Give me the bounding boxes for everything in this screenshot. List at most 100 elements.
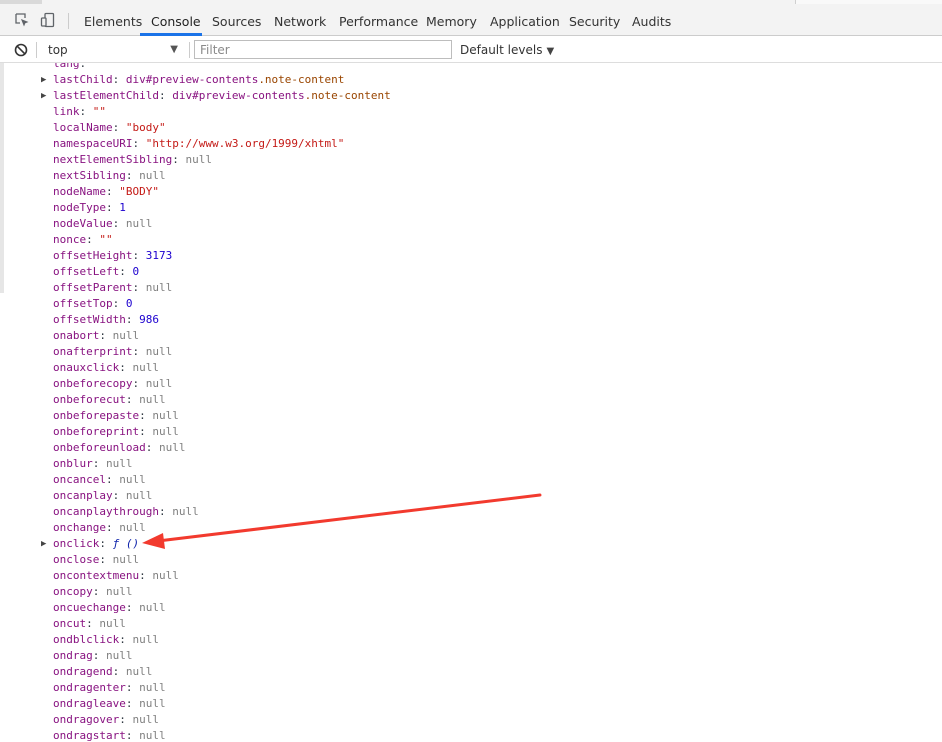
property-value: null — [145, 281, 173, 294]
console-property-row: oncopy: null — [53, 584, 133, 600]
property-value: null — [106, 585, 133, 598]
property-value: div#preview-contents — [172, 89, 305, 102]
property-value: null — [158, 441, 186, 454]
console-property-row: ondragend: null — [53, 664, 152, 680]
property-key: ondragstart — [53, 729, 126, 742]
toolbar-divider — [189, 42, 190, 58]
property-key: onclick — [53, 537, 100, 550]
tab-audits[interactable]: Audits — [632, 14, 671, 30]
property-key: oncopy — [53, 585, 93, 598]
property-value: 0 — [132, 265, 140, 278]
console-property-row: ondragstart: null — [53, 728, 166, 742]
property-value: null — [145, 345, 173, 358]
property-value: null — [125, 217, 153, 230]
property-value: null — [139, 681, 166, 694]
property-separator: : — [99, 553, 113, 566]
adjacent-panel-fragment — [795, 0, 942, 4]
property-separator: : — [105, 185, 120, 198]
console-property-row: nextElementSibling: null — [53, 152, 212, 168]
property-separator: : — [86, 617, 100, 630]
property-value: null — [112, 553, 140, 566]
property-value: null — [125, 489, 153, 502]
property-value: null — [112, 329, 140, 342]
property-value: null — [139, 393, 166, 406]
property-key: offsetParent — [53, 281, 133, 294]
console-property-row: ondblclick: null — [53, 632, 159, 648]
property-value: null — [125, 665, 153, 678]
console-property-row: oncuechange: null — [53, 600, 166, 616]
property-key: lang — [53, 63, 80, 70]
clear-console-icon[interactable] — [14, 43, 28, 57]
property-key: localName — [53, 121, 113, 134]
console-property-row[interactable]: ▶ lastElementChild: div#preview-contents.… — [41, 88, 391, 104]
property-key: nextSibling — [53, 169, 126, 182]
filter-input[interactable] — [194, 40, 452, 59]
property-value: null — [152, 569, 179, 582]
log-levels-label: Default levels — [460, 43, 543, 57]
property-key: ondragend — [53, 665, 113, 678]
property-key: nextElementSibling — [53, 153, 173, 166]
property-key: onbeforecopy — [53, 377, 133, 390]
console-property-row[interactable]: ▶ onclick: ƒ () — [41, 536, 140, 552]
property-key: nonce — [53, 233, 87, 246]
property-key: offsetTop — [53, 297, 113, 310]
property-separator: : — [125, 393, 140, 406]
property-key: nodeValue — [53, 217, 113, 230]
inspect-element-icon[interactable] — [14, 12, 30, 28]
property-key: lastElementChild — [53, 89, 159, 102]
tab-elements[interactable]: Elements — [84, 14, 142, 30]
property-separator: : — [86, 233, 100, 246]
property-value: ƒ () — [112, 537, 140, 550]
property-separator: : — [132, 249, 146, 262]
property-value: "body" — [125, 121, 166, 134]
property-value: null — [119, 473, 146, 486]
property-key: ondragenter — [53, 681, 126, 694]
tab-application[interactable]: Application — [490, 14, 560, 30]
console-property-row: oncontextmenu: null — [53, 568, 179, 584]
property-separator: : — [105, 473, 120, 486]
property-value: null — [172, 505, 199, 518]
device-toggle-icon[interactable] — [40, 12, 56, 28]
console-property-row: oncanplay: null — [53, 488, 152, 504]
property-separator: : — [105, 521, 120, 534]
console-property-row[interactable]: ▶ lastChild: div#preview-contents.note-co… — [41, 72, 344, 88]
console-property-row: localName: "body" — [53, 120, 166, 136]
tab-console[interactable]: Console — [151, 14, 201, 30]
property-separator: : — [132, 137, 146, 150]
property-key: oncancel — [53, 473, 106, 486]
expand-triangle-icon[interactable]: ▶ — [41, 72, 46, 88]
property-separator: : — [119, 713, 133, 726]
context-select-value: top — [48, 43, 68, 57]
tab-performance[interactable]: Performance — [339, 14, 418, 30]
expand-triangle-icon[interactable]: ▶ — [41, 536, 46, 552]
tab-security[interactable]: Security — [569, 14, 620, 30]
property-separator: : — [125, 601, 140, 614]
property-separator: : — [132, 345, 146, 358]
property-value: null — [132, 633, 159, 646]
log-levels-dropdown[interactable]: Default levels ▼ — [460, 40, 554, 60]
property-value: 0 — [125, 297, 133, 310]
property-key: namespaceURI — [53, 137, 133, 150]
property-key: onclose — [53, 553, 100, 566]
console-property-row: onabort: null — [53, 328, 139, 344]
console-property-row: ondragenter: null — [53, 680, 166, 696]
property-separator: : — [125, 169, 140, 182]
property-key: link — [53, 105, 80, 118]
property-value: 986 — [139, 313, 159, 326]
console-property-row: nextSibling: null — [53, 168, 166, 184]
tab-sources[interactable]: Sources — [212, 14, 261, 30]
property-value: null — [106, 457, 133, 470]
property-separator: : — [139, 425, 153, 438]
console-property-row: onafterprint: null — [53, 344, 172, 360]
property-key: offsetHeight — [53, 249, 133, 262]
console-property-row: onbeforeunload: null — [53, 440, 185, 456]
tab-network[interactable]: Network — [274, 14, 326, 30]
property-key: oncut — [53, 617, 87, 630]
tab-memory[interactable]: Memory — [426, 14, 477, 30]
console-property-row: ondragleave: null — [53, 696, 166, 712]
property-value: "" — [92, 105, 106, 118]
console-property-row: offsetHeight: 3173 — [53, 248, 172, 264]
property-value: null — [152, 409, 179, 422]
expand-triangle-icon[interactable]: ▶ — [41, 88, 46, 104]
context-select[interactable]: top ▼ — [42, 40, 188, 60]
